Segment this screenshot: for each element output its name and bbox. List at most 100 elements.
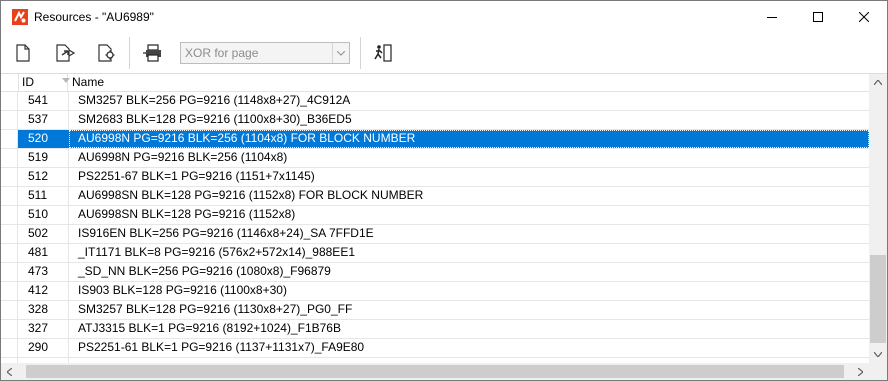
row-indicator[interactable] bbox=[1, 168, 18, 186]
mode-select-value: XOR for page bbox=[185, 46, 259, 60]
row-indicator[interactable] bbox=[1, 130, 18, 148]
scroll-down-button[interactable] bbox=[869, 346, 887, 363]
minimize-icon bbox=[767, 17, 777, 18]
table-body: 541 SM3257 BLK=256 PG=9216 (1148x8+27)_4C… bbox=[1, 92, 869, 363]
scroll-right-button[interactable] bbox=[852, 363, 869, 380]
row-indicator[interactable] bbox=[1, 149, 18, 167]
table-row[interactable]: 290 PS2251-61 BLK=1 PG=9216 (1137+1131x7)… bbox=[1, 339, 869, 358]
print-button[interactable] bbox=[140, 39, 166, 67]
cell-id[interactable]: 541 bbox=[18, 92, 69, 110]
cell-id[interactable]: 412 bbox=[18, 282, 69, 300]
new-page-icon bbox=[16, 44, 30, 62]
cell-id[interactable]: 519 bbox=[18, 149, 69, 167]
cell-id[interactable]: 511 bbox=[18, 187, 69, 205]
horizontal-scroll-thumb[interactable] bbox=[26, 365, 844, 378]
mode-select[interactable]: XOR for page bbox=[180, 42, 350, 64]
cell-name[interactable]: AU6998N PG=9216 BLK=256 (1104x8) bbox=[69, 149, 869, 167]
cell-id[interactable]: 512 bbox=[18, 168, 69, 186]
toolbar-separator bbox=[360, 37, 361, 69]
app-logo-icon bbox=[12, 9, 28, 25]
cell-id[interactable]: 290 bbox=[18, 339, 69, 357]
scroll-up-button[interactable] bbox=[869, 74, 887, 91]
cell-name[interactable]: PS2251-61 BLK=1 PG=9216 (1137+1131x7)_FA… bbox=[69, 339, 869, 357]
table-row[interactable]: 519 AU6998N PG=9216 BLK=256 (1104x8) bbox=[1, 149, 869, 168]
table-row[interactable]: 328 SM3257 BLK=128 PG=9216 (1130x8+27)_PG… bbox=[1, 301, 869, 320]
scroll-left-button[interactable] bbox=[1, 363, 18, 380]
chevron-up-icon bbox=[874, 80, 882, 85]
export-gear-icon bbox=[98, 44, 115, 62]
maximize-button[interactable] bbox=[795, 1, 841, 33]
cell-id[interactable]: 473 bbox=[18, 263, 69, 281]
print-icon bbox=[143, 44, 161, 62]
row-indicator[interactable] bbox=[1, 225, 18, 243]
table-row[interactable]: 327 ATJ3315 BLK=1 PG=9216 (8192+1024)_F1B… bbox=[1, 320, 869, 339]
cell-name[interactable]: IS916EN BLK=256 PG=9216 (1146x8+24)_SA 7… bbox=[69, 225, 869, 243]
chevron-right-icon bbox=[858, 367, 863, 376]
resources-window: Resources - "AU6989" XOR for page ID Nam… bbox=[0, 0, 888, 381]
cell-id[interactable]: 510 bbox=[18, 206, 69, 224]
column-header-name[interactable]: Name bbox=[69, 74, 869, 92]
cell-name[interactable]: AU6998N PG=9216 BLK=256 (1104x8) FOR BLO… bbox=[69, 130, 869, 148]
chevron-down-icon bbox=[874, 352, 882, 357]
row-indicator[interactable] bbox=[1, 187, 18, 205]
close-icon bbox=[859, 12, 869, 22]
minimize-button[interactable] bbox=[749, 1, 795, 33]
row-indicator[interactable] bbox=[1, 111, 18, 129]
cell-name[interactable]: _SD_NN BLK=256 PG=9216 (1080x8)_F96879 bbox=[69, 263, 869, 281]
cell-name[interactable]: AU6998SN BLK=128 PG=9216 (1152x8) FOR BL… bbox=[69, 187, 869, 205]
row-indicator[interactable] bbox=[1, 206, 18, 224]
table-row[interactable]: 412 IS903 BLK=128 PG=9216 (1100x8+30) bbox=[1, 282, 869, 301]
exit-button[interactable] bbox=[370, 39, 396, 67]
row-indicator[interactable] bbox=[1, 339, 18, 357]
cell-id[interactable]: 502 bbox=[18, 225, 69, 243]
close-button[interactable] bbox=[841, 1, 887, 33]
row-indicator[interactable] bbox=[1, 244, 18, 262]
cell-name[interactable]: SM3257 BLK=256 PG=9216 (1148x8+27)_4C912… bbox=[69, 92, 869, 110]
cell-id[interactable]: 481 bbox=[18, 244, 69, 262]
title-bar[interactable]: Resources - "AU6989" bbox=[1, 1, 887, 33]
table-row[interactable]: 537 SM2683 BLK=128 PG=9216 (1100x8+30)_B3… bbox=[1, 111, 869, 130]
cell-id[interactable]: 520 bbox=[18, 130, 69, 148]
row-indicator[interactable] bbox=[1, 92, 18, 110]
cell-id[interactable]: 327 bbox=[18, 320, 69, 338]
row-indicator[interactable] bbox=[1, 301, 18, 319]
exit-door-icon bbox=[374, 44, 392, 62]
cell-id[interactable]: 537 bbox=[18, 111, 69, 129]
resources-table: ID Name 541 SM3257 BLK=256 PG=9216 (1148x… bbox=[1, 73, 887, 380]
table-row[interactable]: 520 AU6998N PG=9216 BLK=256 (1104x8) FOR … bbox=[1, 130, 869, 149]
column-header-id[interactable]: ID bbox=[18, 74, 70, 92]
toolbar: XOR for page bbox=[1, 33, 887, 73]
cell-name[interactable]: AU6998SN BLK=128 PG=9216 (1152x8) bbox=[69, 206, 869, 224]
open-button[interactable] bbox=[52, 39, 78, 67]
cell-name[interactable]: _IT1171 BLK=8 PG=9216 (576x2+572x14)_988… bbox=[69, 244, 869, 262]
table-row[interactable]: 512 PS2251-67 BLK=1 PG=9216 (1151+7x1145) bbox=[1, 168, 869, 187]
maximize-icon bbox=[813, 12, 823, 22]
window-title: Resources - "AU6989" bbox=[34, 10, 154, 24]
cell-name[interactable]: SM2683 BLK=128 PG=9216 (1100x8+30)_B36ED… bbox=[69, 111, 869, 129]
vertical-scrollbar[interactable] bbox=[869, 74, 887, 363]
row-indicator[interactable] bbox=[1, 263, 18, 281]
cell-name[interactable]: IS903 BLK=128 PG=9216 (1100x8+30) bbox=[69, 282, 869, 300]
cell-name[interactable]: ATJ3315 BLK=1 PG=9216 (8192+1024)_F1B76B bbox=[69, 320, 869, 338]
export-button[interactable] bbox=[94, 39, 120, 67]
vertical-scroll-thumb[interactable] bbox=[870, 255, 886, 343]
scrollbar-corner bbox=[869, 363, 887, 380]
horizontal-scrollbar[interactable] bbox=[1, 363, 869, 380]
toolbar-separator bbox=[129, 37, 130, 69]
table-row[interactable]: 481 _IT1171 BLK=8 PG=9216 (576x2+572x14)_… bbox=[1, 244, 869, 263]
chevron-left-icon bbox=[7, 367, 12, 376]
table-row[interactable]: 541 SM3257 BLK=256 PG=9216 (1148x8+27)_4C… bbox=[1, 92, 869, 111]
cell-id[interactable]: 328 bbox=[18, 301, 69, 319]
new-button[interactable] bbox=[10, 39, 36, 67]
table-row[interactable]: 473 _SD_NN BLK=256 PG=9216 (1080x8)_F9687… bbox=[1, 263, 869, 282]
open-arrow-icon bbox=[56, 44, 75, 62]
table-row[interactable]: 510 AU6998SN BLK=128 PG=9216 (1152x8) bbox=[1, 206, 869, 225]
table-row[interactable]: 511 AU6998SN BLK=128 PG=9216 (1152x8) FOR… bbox=[1, 187, 869, 206]
table-header: ID Name bbox=[1, 74, 869, 92]
row-indicator[interactable] bbox=[1, 282, 18, 300]
cell-name[interactable]: PS2251-67 BLK=1 PG=9216 (1151+7x1145) bbox=[69, 168, 869, 186]
chevron-down-icon[interactable] bbox=[332, 43, 349, 63]
row-indicator[interactable] bbox=[1, 320, 18, 338]
table-row[interactable]: 502 IS916EN BLK=256 PG=9216 (1146x8+24)_S… bbox=[1, 225, 869, 244]
cell-name[interactable]: SM3257 BLK=128 PG=9216 (1130x8+27)_PG0_F… bbox=[69, 301, 869, 319]
